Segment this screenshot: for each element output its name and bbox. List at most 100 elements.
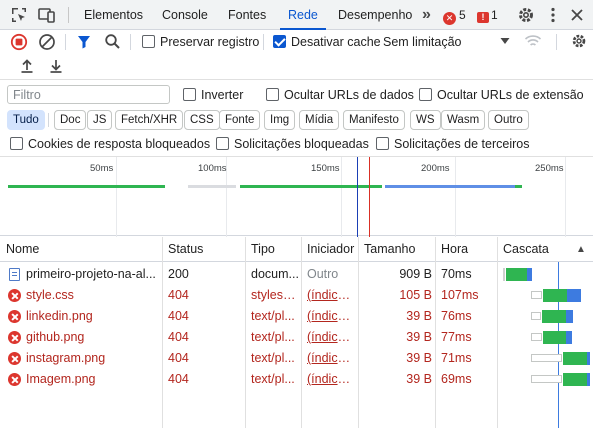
network-settings-gear-icon[interactable] [570, 32, 588, 50]
waterfall-download-bar [527, 268, 532, 281]
request-initiator: Outro [307, 267, 339, 281]
blocked-cookies-checkbox[interactable] [10, 137, 23, 150]
type-filter-wasm[interactable]: Wasm [441, 110, 486, 130]
request-time: 76ms [441, 309, 472, 323]
request-size: 39 B [406, 351, 432, 365]
request-initiator-link[interactable]: (índice)... [307, 369, 357, 390]
column-size[interactable]: Tamanho [358, 237, 415, 262]
filter-input[interactable] [8, 86, 169, 103]
third-party-label: Solicitações de terceiros [394, 137, 530, 151]
column-type[interactable]: Tipo [245, 237, 275, 262]
dom-content-loaded-marker [357, 157, 358, 237]
request-name[interactable]: linkedin.png [26, 306, 160, 327]
waterfall-download-bar [587, 373, 590, 386]
table-row[interactable]: github.png 404 text/pl... (índice)... 39… [0, 327, 593, 348]
request-name[interactable]: instagram.png [26, 348, 160, 369]
invert-checkbox[interactable] [183, 88, 196, 101]
table-row[interactable]: instagram.png 404 text/pl... (índice)...… [0, 348, 593, 369]
sort-ascending-icon[interactable]: ▲ [570, 237, 586, 262]
request-size: 39 B [406, 330, 432, 344]
table-row[interactable]: Imagem.png 404 text/pl... (índice)... 39… [0, 369, 593, 390]
stop-recording-icon[interactable] [10, 33, 28, 51]
request-time: 77ms [441, 330, 472, 344]
type-filter-all[interactable]: Tudo [7, 110, 45, 130]
request-type: text/pl... [251, 330, 295, 344]
import-har-icon[interactable] [19, 58, 35, 74]
type-filter-css[interactable]: CSS [184, 110, 220, 130]
errors-badge[interactable]: ✕ 5 [443, 8, 466, 25]
requests-table-header: Nome Status Tipo Iniciador Tamanho Hora … [0, 237, 593, 262]
waterfall-queue-bar [531, 312, 541, 320]
request-status: 404 [168, 330, 189, 344]
request-initiator-link[interactable]: (índice)... [307, 306, 357, 327]
tab-network[interactable]: Rede [280, 0, 326, 30]
network-conditions-wifi-icon[interactable] [524, 33, 542, 49]
timeline-segment [8, 185, 165, 188]
tab-elements[interactable]: Elementos [84, 0, 143, 30]
tab-performance[interactable]: Desempenho [338, 0, 412, 30]
type-filter-manifest[interactable]: Manifesto [343, 110, 405, 130]
tab-console[interactable]: Console [162, 0, 208, 30]
third-party-checkbox[interactable] [376, 137, 389, 150]
type-filter-js[interactable]: JS [87, 110, 113, 130]
document-icon [9, 268, 20, 281]
request-type: text/pl... [251, 309, 295, 323]
waterfall-queue-bar [531, 333, 542, 341]
type-filter-media[interactable]: Mídia [299, 110, 340, 130]
more-options-icon[interactable] [543, 5, 563, 25]
type-filter-other[interactable]: Outro [488, 110, 529, 130]
request-name[interactable]: style.css [26, 285, 160, 306]
timeline-gridline [455, 157, 456, 237]
filter-funnel-icon[interactable] [76, 34, 92, 50]
type-filter-ws[interactable]: WS [410, 110, 441, 130]
request-status: 200 [168, 267, 189, 281]
column-status[interactable]: Status [162, 237, 203, 262]
table-row[interactable]: style.css 404 stylesh... (índice):7 105 … [0, 285, 593, 306]
clear-icon[interactable] [38, 33, 56, 51]
inspect-element-icon[interactable] [9, 5, 29, 25]
type-filter-img[interactable]: Img [264, 110, 296, 130]
column-waterfall[interactable]: Cascata [497, 237, 549, 262]
more-tabs-icon[interactable]: » [422, 0, 431, 30]
timeline-tick: 250ms [535, 163, 564, 174]
column-time[interactable]: Hora [435, 237, 468, 262]
hide-extension-urls-checkbox[interactable] [419, 88, 432, 101]
timeline-tick: 50ms [90, 163, 114, 174]
device-toolbar-icon[interactable] [37, 5, 57, 25]
export-har-icon[interactable] [48, 58, 64, 74]
request-initiator-link[interactable]: (índice):7 [307, 285, 357, 306]
type-filter-fetch-xhr[interactable]: Fetch/XHR [115, 110, 184, 130]
request-name[interactable]: github.png [26, 327, 160, 348]
settings-gear-icon[interactable] [516, 5, 536, 25]
timeline-tick: 150ms [311, 163, 340, 174]
waterfall-wait-bar [543, 331, 566, 344]
disable-cache-checkbox[interactable] [273, 35, 286, 48]
blocked-requests-checkbox[interactable] [216, 137, 229, 150]
request-initiator-link[interactable]: (índice)... [307, 327, 357, 348]
type-filter-doc[interactable]: Doc [54, 110, 87, 130]
table-row[interactable]: primeiro-projeto-na-al... 200 docum... O… [0, 264, 593, 285]
blocked-cookies-label: Cookies de resposta bloqueados [28, 137, 211, 151]
throttling-select[interactable]: Sem limitação [383, 35, 462, 49]
tab-sources[interactable]: Fontes [228, 0, 266, 30]
column-name[interactable]: Nome [0, 237, 39, 262]
request-name[interactable]: primeiro-projeto-na-al... [26, 264, 160, 285]
hide-data-urls-checkbox[interactable] [266, 88, 279, 101]
column-initiator[interactable]: Iniciador [301, 237, 354, 262]
waterfall-download-bar [567, 289, 581, 302]
chevron-down-icon[interactable] [500, 37, 510, 45]
request-name[interactable]: Imagem.png [26, 369, 160, 390]
type-filter-font[interactable]: Fonte [219, 110, 261, 130]
filter-input-box[interactable] [7, 85, 170, 104]
devtools-tab-bar: Elementos Console Fontes Rede Desempenho… [0, 0, 593, 30]
request-size: 39 B [406, 309, 432, 323]
close-devtools-icon[interactable] [567, 5, 587, 25]
issues-badge[interactable]: ! 1 [477, 8, 498, 23]
network-overview-timeline[interactable]: 50ms 100ms 150ms 200ms 250ms [0, 156, 593, 237]
toolbar-separator [130, 34, 131, 50]
request-initiator-link[interactable]: (índice)... [307, 348, 357, 369]
search-icon[interactable] [104, 33, 121, 50]
table-row[interactable]: linkedin.png 404 text/pl... (índice)... … [0, 306, 593, 327]
preserve-log-checkbox[interactable] [142, 35, 155, 48]
hide-data-urls-label: Ocultar URLs de dados [284, 88, 414, 102]
